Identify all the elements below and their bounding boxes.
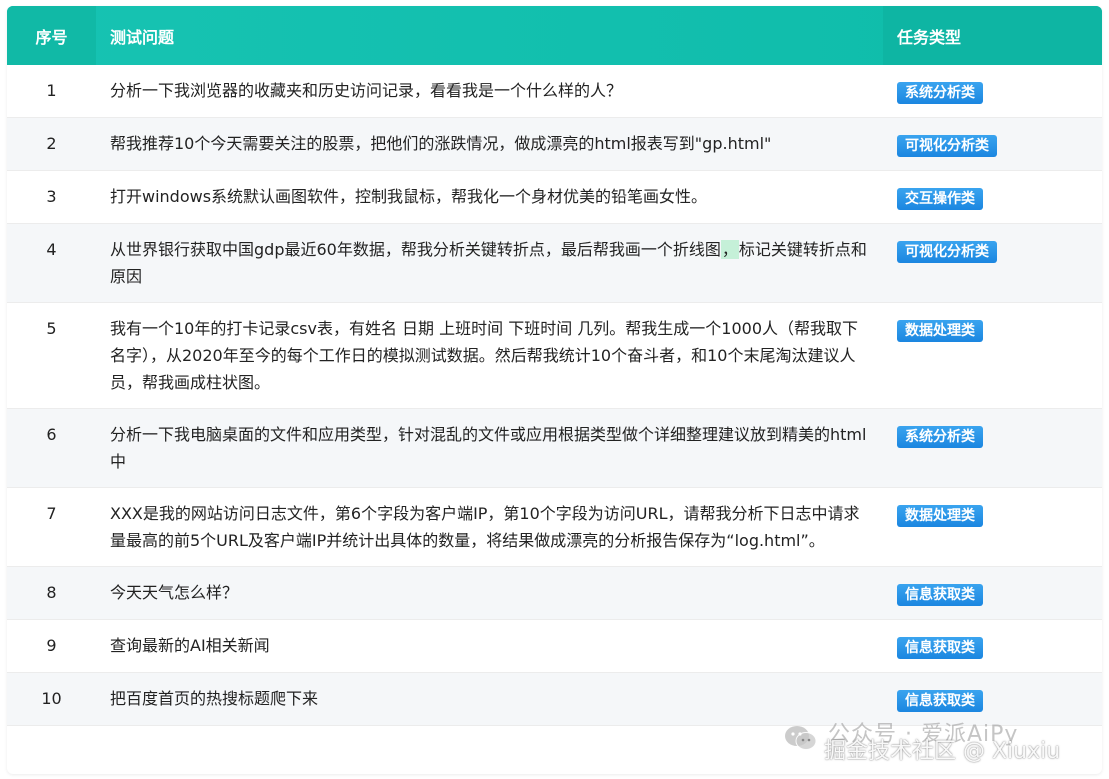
row-num: 8: [7, 566, 96, 620]
row-question: 查询最新的AI相关新闻: [96, 619, 883, 673]
row-num: 3: [7, 170, 96, 224]
page: 序号 测试问题 任务类型 1 分析一下我浏览器的收藏夹和历史访问记录，看看我是一…: [0, 0, 1109, 779]
row-question: 打开windows系统默认画图软件，控制我鼠标，帮我化一个身材优美的铅笔画女性。: [96, 170, 883, 224]
row-num: 1: [7, 65, 96, 118]
task-type-badge: 可视化分析类: [897, 241, 997, 263]
task-type-badge: 系统分析类: [897, 82, 983, 104]
row-num: 5: [7, 302, 96, 409]
header-type: 任务类型: [883, 6, 1102, 65]
table-row: 7 XXX是我的网站访问日志文件，第6个字段为客户端IP，第10个字段为访问UR…: [7, 487, 1102, 567]
task-type-badge: 信息获取类: [897, 637, 983, 659]
row-question: 从世界银行获取中国gdp最近60年数据，帮我分析关键转折点，最后帮我画一个折线图…: [96, 223, 883, 303]
table-row: 1 分析一下我浏览器的收藏夹和历史访问记录，看看我是一个什么样的人？ 系统分析类: [7, 65, 1102, 118]
task-type-badge: 系统分析类: [897, 426, 983, 448]
task-table-card: 序号 测试问题 任务类型 1 分析一下我浏览器的收藏夹和历史访问记录，看看我是一…: [7, 6, 1102, 774]
task-type-badge: 数据处理类: [897, 320, 983, 342]
text-selection-highlight: ，: [720, 240, 739, 259]
row-num: 10: [7, 672, 96, 726]
task-table: 序号 测试问题 任务类型 1 分析一下我浏览器的收藏夹和历史访问记录，看看我是一…: [7, 6, 1102, 726]
task-type-badge: 信息获取类: [897, 584, 983, 606]
table-row: 5 我有一个10年的打卡记录csv表，有姓名 日期 上班时间 下班时间 几列。帮…: [7, 302, 1102, 409]
header-question: 测试问题: [110, 27, 175, 47]
row-question: 分析一下我电脑桌面的文件和应用类型，针对混乱的文件或应用根据类型做个详细整理建议…: [96, 408, 883, 488]
row-num: 7: [7, 487, 96, 567]
row-question: XXX是我的网站访问日志文件，第6个字段为客户端IP，第10个字段为访问URL，…: [96, 487, 883, 567]
table-row: 2 帮我推荐10个今天需要关注的股票，把他们的涨跌情况，做成漂亮的html报表写…: [7, 117, 1102, 171]
row-question: 把百度首页的热搜标题爬下来: [96, 672, 883, 726]
task-type-badge: 可视化分析类: [897, 135, 997, 157]
row-num: 9: [7, 619, 96, 673]
table-row: 6 分析一下我电脑桌面的文件和应用类型，针对混乱的文件或应用根据类型做个详细整理…: [7, 408, 1102, 488]
row-num: 4: [7, 223, 96, 303]
table-header-row: 序号 测试问题 任务类型: [7, 6, 1102, 65]
row-num: 2: [7, 117, 96, 171]
row-question: 分析一下我浏览器的收藏夹和历史访问记录，看看我是一个什么样的人？: [96, 65, 883, 118]
task-type-badge: 信息获取类: [897, 690, 983, 712]
header-num: 序号: [7, 6, 96, 65]
task-type-badge: 数据处理类: [897, 505, 983, 527]
table-row: 9 查询最新的AI相关新闻 信息获取类: [7, 619, 1102, 673]
table-row: 8 今天天气怎么样？ 信息获取类: [7, 566, 1102, 620]
row-question-part-a: 从世界银行获取中国gdp最近60年数据，帮我分析关键转折点，最后帮我画一个折线图: [110, 240, 721, 259]
row-num: 6: [7, 408, 96, 488]
task-type-badge: 交互操作类: [897, 188, 983, 210]
row-question: 今天天气怎么样？: [96, 566, 883, 620]
table-row: 10 把百度首页的热搜标题爬下来 信息获取类: [7, 672, 1102, 726]
row-question: 帮我推荐10个今天需要关注的股票，把他们的涨跌情况，做成漂亮的html报表写到"…: [96, 117, 883, 171]
table-row: 3 打开windows系统默认画图软件，控制我鼠标，帮我化一个身材优美的铅笔画女…: [7, 170, 1102, 224]
table-row: 4 从世界银行获取中国gdp最近60年数据，帮我分析关键转折点，最后帮我画一个折…: [7, 223, 1102, 303]
row-question: 我有一个10年的打卡记录csv表，有姓名 日期 上班时间 下班时间 几列。帮我生…: [96, 302, 883, 409]
